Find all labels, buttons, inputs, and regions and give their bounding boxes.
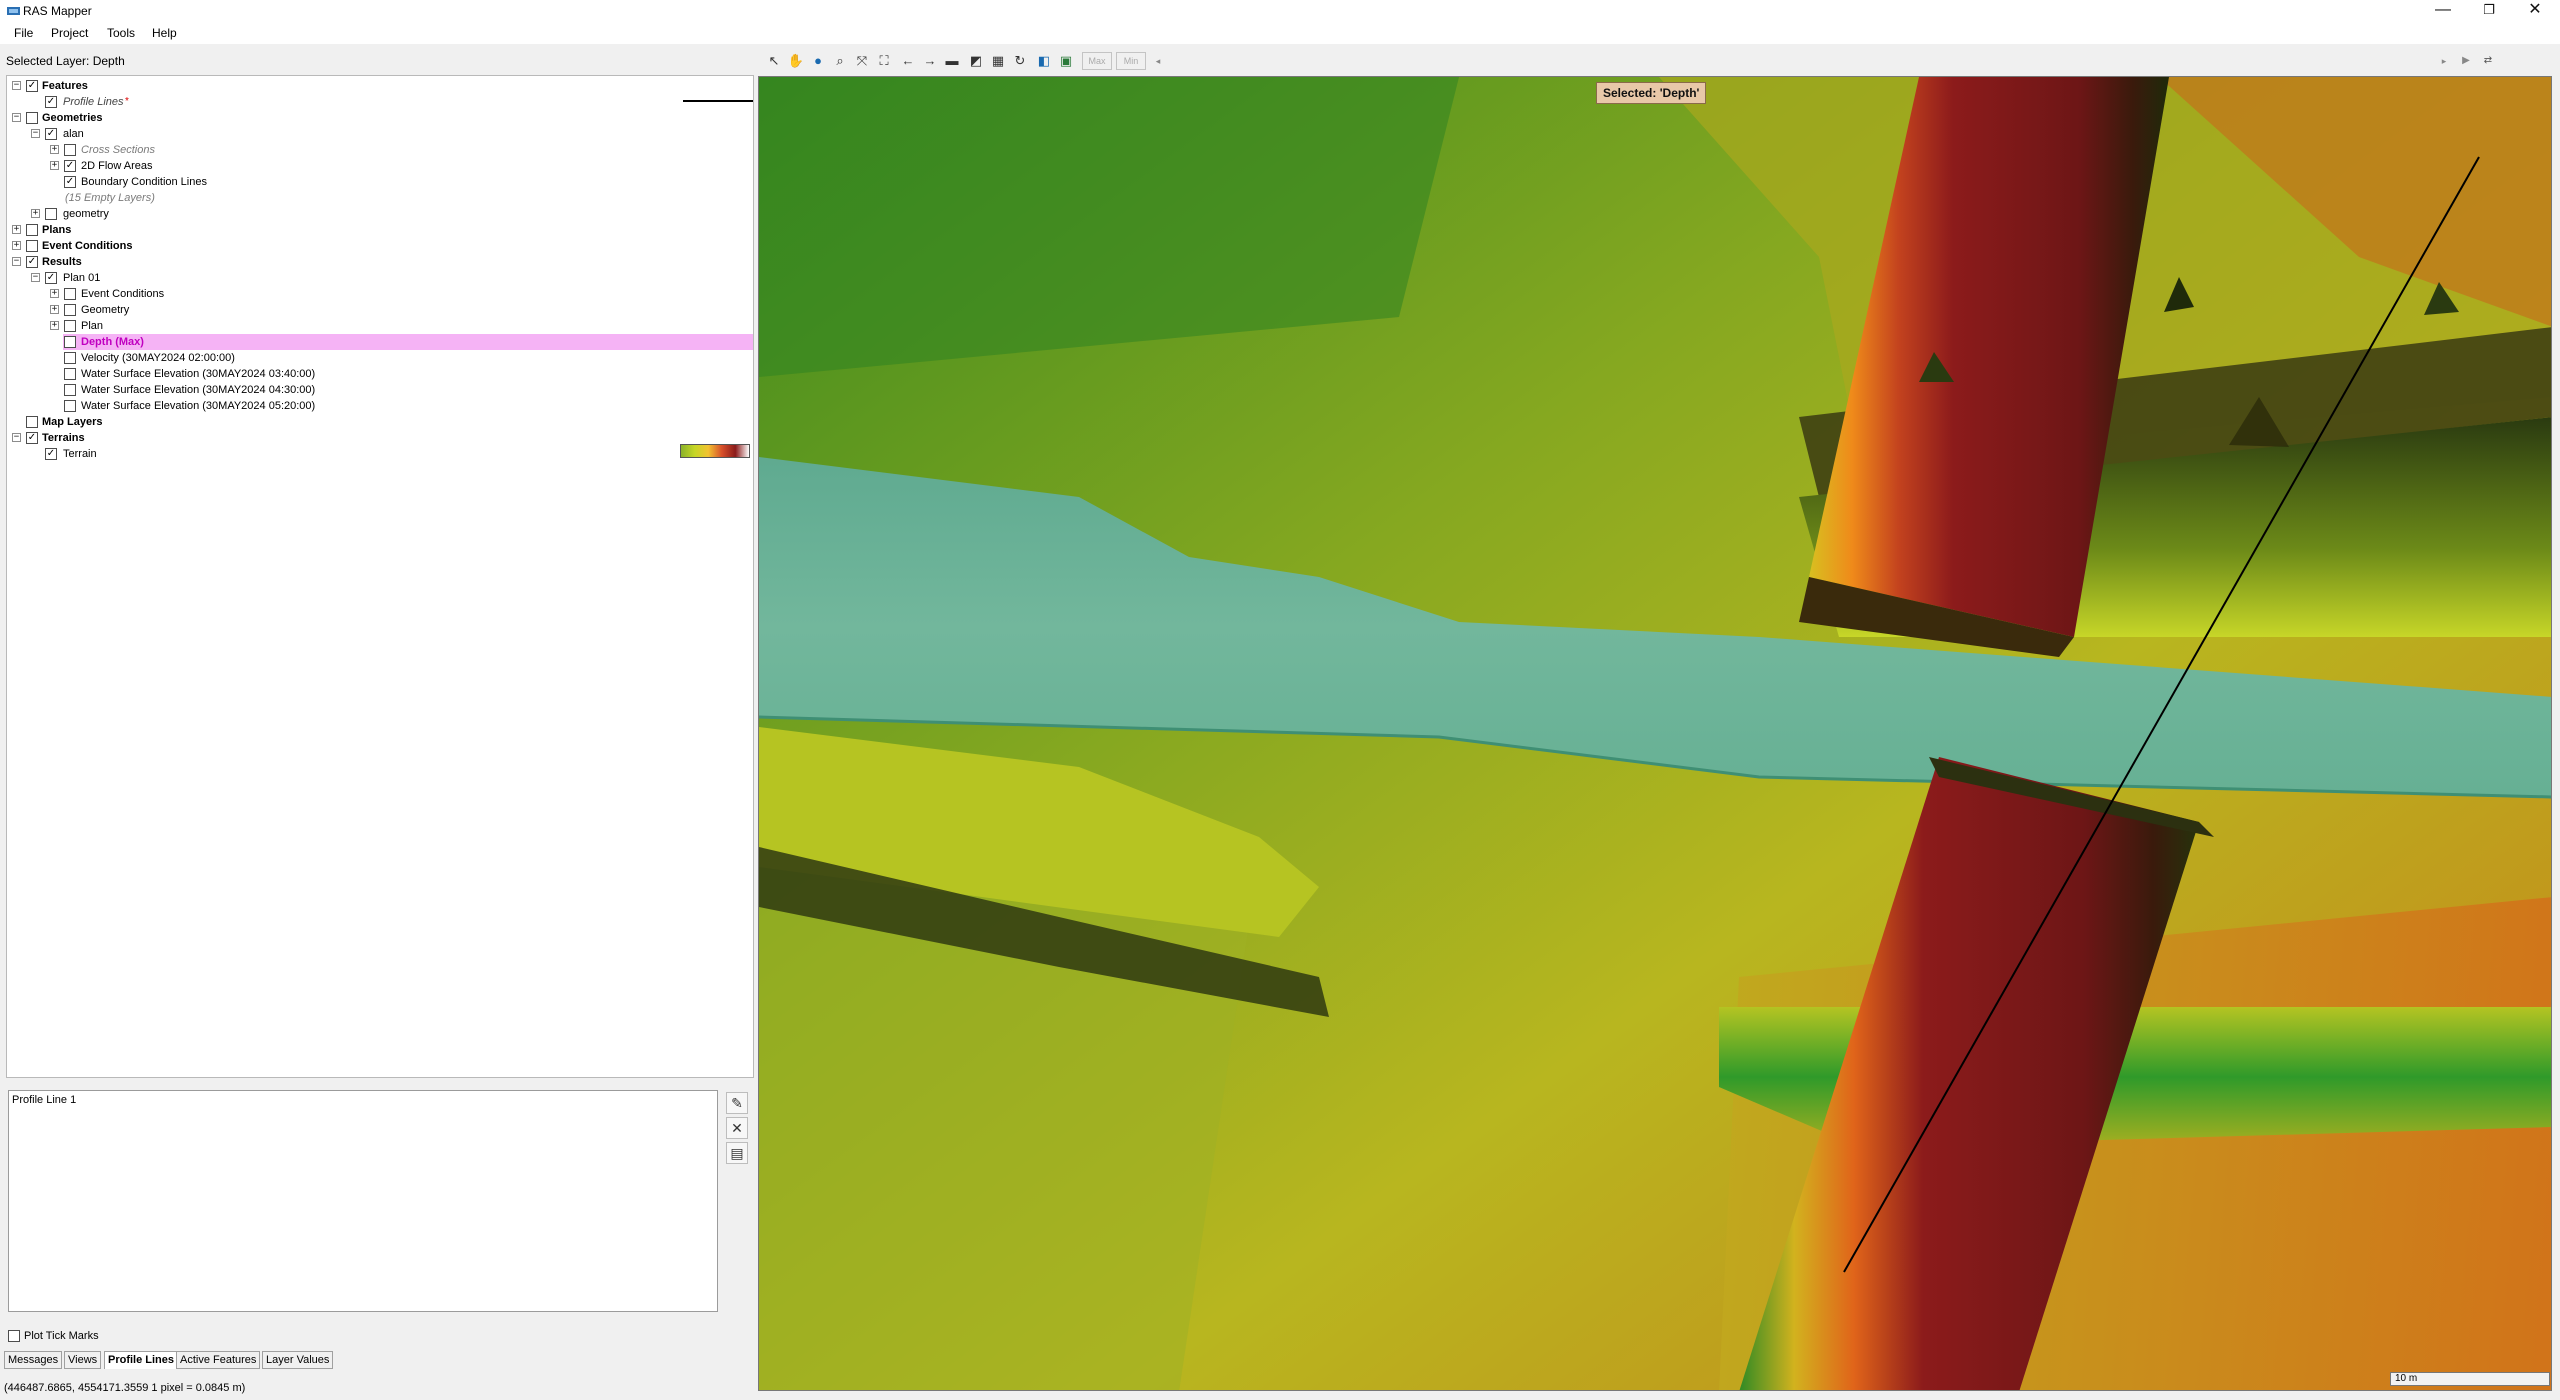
result-plan-checkbox[interactable] — [64, 320, 76, 332]
result-event-conditions-checkbox[interactable] — [64, 288, 76, 300]
close-button[interactable]: ✕ — [2512, 0, 2558, 22]
plot-tick-marks-checkbox[interactable] — [8, 1330, 20, 1343]
scale-label: 10 m — [2395, 1373, 2418, 1384]
collapse-icon[interactable]: − — [12, 81, 21, 90]
profile-plot-icon[interactable]: ◩ — [966, 51, 986, 71]
menu-tools[interactable]: Tools — [107, 26, 135, 40]
plans-checkbox[interactable] — [26, 224, 38, 236]
geometries-checkbox[interactable] — [26, 112, 38, 124]
zoom-extents-icon[interactable]: ⤧ — [852, 51, 872, 71]
identify-icon[interactable]: ↻ — [1010, 51, 1030, 71]
measure-icon[interactable]: ▬ — [942, 51, 962, 71]
globe-icon[interactable]: ● — [808, 51, 828, 71]
full-extent-icon[interactable]: ⛶ — [874, 51, 894, 71]
profile-line-item[interactable]: Profile Line 1 — [12, 1094, 76, 1106]
cross-sections-checkbox[interactable] — [64, 144, 76, 156]
raster-icon[interactable]: ▦ — [988, 51, 1008, 71]
menu-file[interactable]: File — [14, 26, 33, 40]
pan-hand-icon[interactable]: ✋ — [786, 51, 806, 71]
collapse-icon[interactable]: − — [31, 273, 40, 282]
wse1-checkbox[interactable] — [64, 368, 76, 380]
menu-project[interactable]: Project — [51, 26, 88, 40]
animate-icon[interactable]: ▣ — [1056, 51, 1076, 71]
collapse-icon[interactable]: − — [12, 113, 21, 122]
wse2-checkbox[interactable] — [64, 384, 76, 396]
tab-layer-values[interactable]: Layer Values — [262, 1351, 334, 1369]
menu-help[interactable]: Help — [152, 26, 177, 40]
features-checkbox[interactable]: ✓ — [26, 80, 38, 92]
plot-tick-marks-option[interactable]: Plot Tick Marks — [8, 1330, 99, 1343]
expand-icon[interactable]: + — [12, 241, 21, 250]
result-geometry-checkbox[interactable] — [64, 304, 76, 316]
expand-icon[interactable]: + — [50, 289, 59, 298]
slider-left-icon[interactable]: ◂ — [1148, 51, 1168, 71]
map-layers-checkbox[interactable] — [26, 416, 38, 428]
expand-icon[interactable]: + — [50, 305, 59, 314]
expand-icon[interactable]: + — [12, 225, 21, 234]
play-icon[interactable]: ▶ — [2456, 51, 2476, 71]
collapse-icon[interactable]: − — [31, 129, 40, 138]
wse3-checkbox[interactable] — [64, 400, 76, 412]
terrains-checkbox[interactable]: ✓ — [26, 432, 38, 444]
depth-map-canvas[interactable] — [759, 77, 2552, 1391]
map-toolbar: ↖ ✋ ● ⌕ ⤧ ⛶ ← → ▬ ◩ ▦ ↻ ◧ ▣ Max Min ◂ ▸ … — [762, 48, 2558, 74]
zoom-icon[interactable]: ⌕ — [830, 51, 850, 71]
depth-max-checkbox[interactable] — [64, 336, 76, 348]
minimize-button[interactable]: — — [2420, 0, 2466, 22]
geometry-checkbox[interactable] — [45, 208, 57, 220]
alan-checkbox[interactable]: ✓ — [45, 128, 57, 140]
expand-icon[interactable]: + — [50, 321, 59, 330]
tree-node-depth-max[interactable]: Depth (Max) — [63, 334, 753, 350]
ras-mapper-app-icon — [6, 4, 22, 18]
slider-right-icon[interactable]: ▸ — [2434, 51, 2454, 71]
title-bar: RAS Mapper — ❐ ✕ — [0, 0, 2560, 22]
edit-pencil-icon[interactable]: ✎ — [726, 1092, 748, 1114]
expand-icon[interactable]: + — [31, 209, 40, 218]
export-table-icon[interactable]: ▤ — [726, 1142, 748, 1164]
tab-views[interactable]: Views — [64, 1351, 102, 1369]
max-button[interactable]: Max — [1082, 52, 1112, 70]
tab-profile-lines[interactable]: Profile Lines — [104, 1351, 179, 1369]
map-view[interactable] — [758, 76, 2552, 1391]
profile-line-legend-swatch — [683, 100, 753, 102]
event-conditions-checkbox[interactable] — [26, 240, 38, 252]
collapse-icon[interactable]: − — [12, 257, 21, 266]
min-button[interactable]: Min — [1116, 52, 1146, 70]
selected-layer-label: Selected Layer: Depth — [6, 54, 125, 68]
plan01-checkbox[interactable]: ✓ — [45, 272, 57, 284]
tab-messages[interactable]: Messages — [4, 1351, 63, 1369]
selected-layer-badge: Selected: 'Depth' — [1596, 82, 1707, 104]
pointer-icon[interactable]: ↖ — [764, 51, 784, 71]
tab-active-features[interactable]: Active Features — [176, 1351, 261, 1369]
expand-icon[interactable]: + — [50, 161, 59, 170]
delete-x-icon[interactable]: ✕ — [726, 1117, 748, 1139]
layers-icon[interactable]: ◧ — [1034, 51, 1054, 71]
menu-bar: File Project Tools Help — [0, 22, 2560, 44]
scale-bar: 10 m — [2390, 1372, 2550, 1386]
animation-options-icon[interactable]: ⇄ — [2478, 51, 2498, 71]
expand-icon[interactable]: + — [50, 145, 59, 154]
flow-areas-checkbox[interactable]: ✓ — [64, 160, 76, 172]
profile-lines-list[interactable]: Profile Line 1 — [8, 1090, 718, 1312]
terrain-checkbox[interactable]: ✓ — [45, 448, 57, 460]
profile-lines-checkbox[interactable]: ✓ — [45, 96, 57, 108]
status-coordinates: (446487.6865, 4554171.3559 1 pixel = 0.0… — [4, 1382, 246, 1394]
terrain-legend-swatch — [680, 444, 750, 458]
back-arrow-icon[interactable]: ← — [898, 51, 918, 71]
window-title: RAS Mapper — [23, 4, 92, 18]
restore-button[interactable]: ❐ — [2466, 0, 2512, 22]
velocity-checkbox[interactable] — [64, 352, 76, 364]
results-checkbox[interactable]: ✓ — [26, 256, 38, 268]
forward-arrow-icon[interactable]: → — [920, 51, 940, 71]
bc-lines-checkbox[interactable]: ✓ — [64, 176, 76, 188]
collapse-icon[interactable]: − — [12, 433, 21, 442]
layer-tree: − ✓ Features ✓ Profile Lines * − Geometr… — [6, 75, 754, 1078]
